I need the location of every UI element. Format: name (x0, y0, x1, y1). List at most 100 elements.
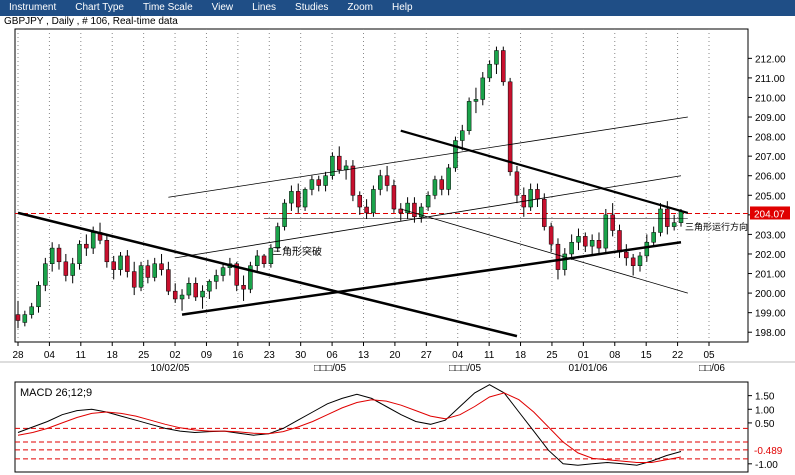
candle-body (193, 283, 198, 298)
candle-body (63, 261, 69, 276)
candle-body (90, 232, 96, 249)
x-tick-label: 22 (672, 350, 684, 361)
candle-body (179, 294, 185, 300)
x-tick-label: 15 (641, 350, 653, 361)
candle-body (213, 275, 219, 282)
x-tick-label: 04 (44, 350, 56, 361)
price-hline-label: 204.07 (754, 209, 785, 220)
candle-body (494, 50, 499, 65)
candle-body (412, 202, 417, 218)
candle-body (275, 226, 280, 249)
candle-body (186, 283, 192, 296)
x-tick-label: 11 (76, 350, 87, 361)
candle-body (138, 265, 144, 288)
chart-canvas[interactable]: 28 04 11 18 25 02 09 16 23 30 06 13 20 27 04 11 18 25 01 08… (0, 0, 795, 475)
candle-body (302, 189, 308, 208)
candle-body (336, 155, 342, 171)
candle-body (507, 81, 513, 173)
macd-plot-frame (14, 381, 749, 473)
x-tick-label: 25 (138, 350, 150, 361)
candle-body (583, 236, 588, 247)
candle-body (316, 179, 321, 186)
candle-body (111, 261, 116, 270)
candle-body (49, 247, 55, 265)
candle-body (658, 208, 663, 233)
candle-body (152, 263, 157, 278)
x-tick-label: 20 (389, 350, 401, 361)
candle-body (70, 263, 75, 276)
candle-body (425, 195, 431, 208)
x-sublabel: 10/02/05 (151, 363, 190, 374)
candle-body (254, 255, 260, 266)
x-tick-label: 28 (12, 350, 24, 361)
candle-body (548, 226, 554, 245)
x-tick-label: 27 (421, 350, 433, 361)
x-tick-label: 08 (609, 350, 621, 361)
candle-body (261, 255, 267, 265)
y-tick-label: 212.00 (755, 54, 786, 65)
candle-body (295, 191, 301, 208)
x-tick-label: 18 (515, 350, 527, 361)
x-sublabel: □□□/05 (314, 363, 346, 374)
y-tick-label: 210.00 (755, 93, 786, 104)
y-tick-label: 200.00 (755, 289, 786, 300)
candle-body (241, 285, 246, 290)
macd-y-tick-label: -1.00 (755, 460, 778, 471)
candle-body (514, 171, 520, 196)
candle-body (364, 206, 369, 214)
y-tick-label: 208.00 (755, 133, 786, 144)
candle-body (610, 214, 615, 231)
macd-title: MACD 26;12;9 (20, 387, 92, 399)
candle-body (29, 306, 34, 315)
x-tick-label: 05 (703, 350, 715, 361)
y-tick-label: 199.00 (755, 309, 786, 320)
candle-body (576, 236, 581, 243)
candle-body (535, 189, 540, 200)
candle-body (439, 179, 445, 190)
candle-body (651, 232, 656, 243)
y-tick-label: 209.00 (755, 113, 786, 124)
candle-body (207, 281, 212, 292)
candle-body (172, 290, 178, 300)
candle-body (166, 269, 171, 292)
candle-body (528, 189, 533, 208)
x-tick-label: 23 (264, 350, 276, 361)
y-tick-label: 207.00 (755, 152, 786, 163)
candle-body (323, 175, 328, 186)
y-tick-label: 205.00 (755, 191, 786, 202)
candle-body (118, 255, 123, 270)
x-tick-label: 25 (546, 350, 558, 361)
y-tick-label: 201.00 (755, 270, 786, 281)
x-tick-label: 11 (484, 350, 495, 361)
candle-body (678, 210, 684, 223)
candle-body (617, 230, 622, 253)
candle-body (630, 257, 636, 266)
x-tick-label: 13 (358, 350, 370, 361)
candle-body (15, 314, 21, 321)
candle-body (671, 222, 677, 227)
candle-body (569, 241, 574, 255)
candle-body (665, 208, 670, 227)
candle-body (391, 185, 397, 210)
candle-body (220, 267, 226, 276)
candle-body (145, 265, 151, 278)
x-tick-label: 02 (169, 350, 181, 361)
candle-body (460, 130, 465, 141)
candle-body (84, 243, 89, 249)
candle-body (624, 251, 629, 259)
macd-y-tick-label: 1.00 (755, 405, 775, 416)
candle-body (487, 63, 492, 79)
candle-body (432, 179, 438, 196)
x-tick-label: 04 (452, 350, 464, 361)
candle-body (589, 240, 595, 247)
candle-body (77, 243, 82, 264)
y-tick-label: 206.00 (755, 172, 786, 183)
x-tick-label: 16 (232, 350, 244, 361)
candle-body (125, 255, 130, 272)
candle-body (446, 167, 451, 190)
x-sublabel: □□/06 (699, 363, 725, 374)
candle-body (131, 271, 137, 288)
candle-body (371, 189, 376, 214)
candle-body (309, 179, 315, 190)
x-sublabel: □□□/05 (449, 363, 481, 374)
